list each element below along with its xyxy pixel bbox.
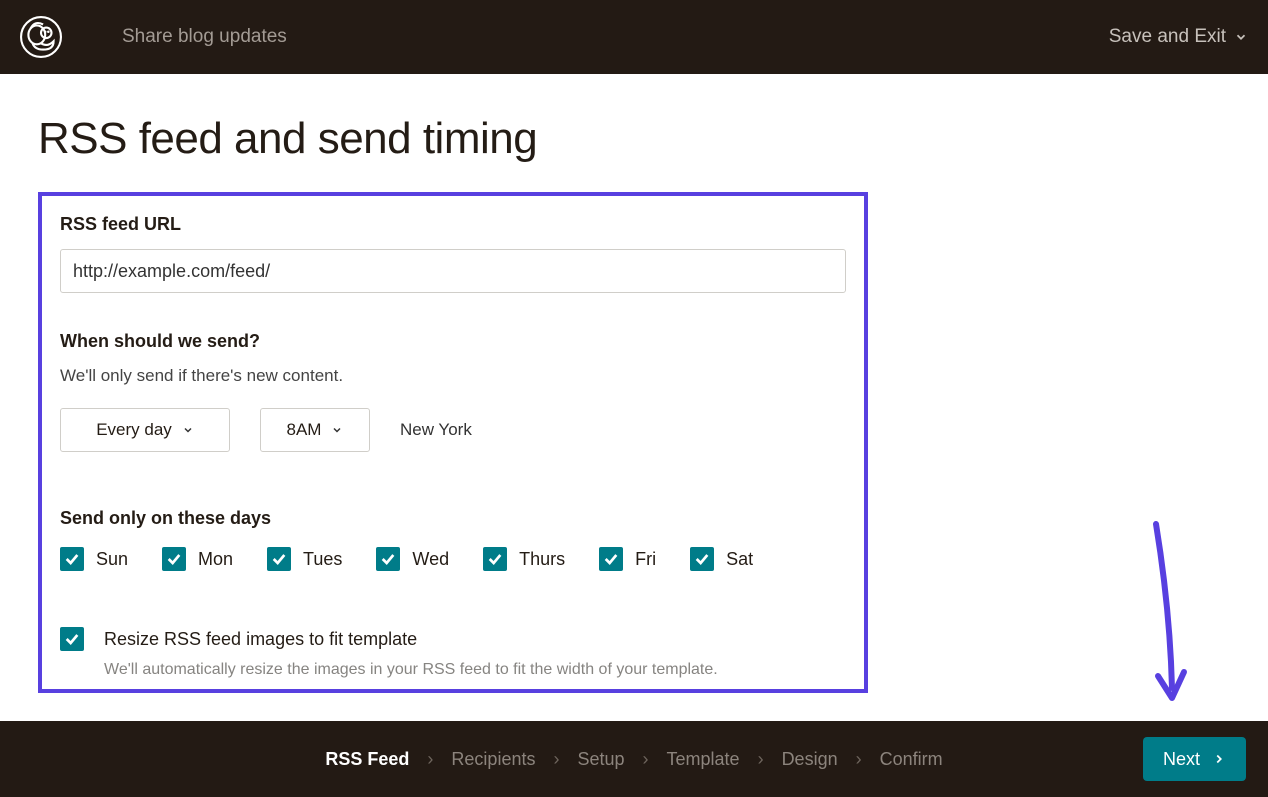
day-mon[interactable]: Mon <box>162 547 233 571</box>
footer-bar: RSS Feed › Recipients › Setup › Template… <box>0 721 1268 797</box>
chevron-right-icon: › <box>553 749 559 770</box>
day-label: Mon <box>198 549 233 570</box>
chevron-right-icon <box>1212 752 1226 766</box>
rss-url-input[interactable] <box>60 249 846 293</box>
schedule-label: When should we send? <box>60 331 846 352</box>
schedule-controls: Every day 8AM New York <box>60 408 846 452</box>
checkbox-sun[interactable] <box>60 547 84 571</box>
checkbox-mon[interactable] <box>162 547 186 571</box>
days-row: Sun Mon Tues Wed Thurs Fri <box>60 547 846 571</box>
frequency-value: Every day <box>96 420 172 440</box>
highlighted-form-area: RSS feed URL When should we send? We'll … <box>38 192 868 693</box>
top-bar: Share blog updates Save and Exit <box>0 0 1268 74</box>
day-thurs[interactable]: Thurs <box>483 547 565 571</box>
chevron-right-icon: › <box>758 749 764 770</box>
days-label: Send only on these days <box>60 508 846 529</box>
checkbox-wed[interactable] <box>376 547 400 571</box>
chevron-down-icon <box>1234 30 1248 44</box>
day-sun[interactable]: Sun <box>60 547 128 571</box>
resize-checkbox-row[interactable]: Resize RSS feed images to fit template <box>60 627 846 651</box>
step-confirm[interactable]: Confirm <box>880 749 943 770</box>
time-select[interactable]: 8AM <box>260 408 370 452</box>
day-label: Fri <box>635 549 656 570</box>
resize-description: We'll automatically resize the images in… <box>104 661 846 679</box>
day-sat[interactable]: Sat <box>690 547 753 571</box>
day-tues[interactable]: Tues <box>267 547 342 571</box>
step-design[interactable]: Design <box>782 749 838 770</box>
page-title: RSS feed and send timing <box>38 114 1230 164</box>
resize-option: Resize RSS feed images to fit template W… <box>60 627 846 679</box>
schedule-hint: We'll only send if there's new content. <box>60 366 846 386</box>
save-and-exit-button[interactable]: Save and Exit <box>1109 26 1248 48</box>
day-label: Tues <box>303 549 342 570</box>
rss-url-label: RSS feed URL <box>60 214 846 235</box>
day-wed[interactable]: Wed <box>376 547 449 571</box>
chevron-down-icon <box>331 424 343 436</box>
day-fri[interactable]: Fri <box>599 547 656 571</box>
checkbox-sat[interactable] <box>690 547 714 571</box>
step-setup[interactable]: Setup <box>577 749 624 770</box>
mailchimp-logo[interactable] <box>20 16 62 58</box>
chevron-right-icon: › <box>427 749 433 770</box>
checkbox-fri[interactable] <box>599 547 623 571</box>
timezone-label: New York <box>400 420 472 440</box>
next-label: Next <box>1163 749 1200 770</box>
next-button[interactable]: Next <box>1143 737 1246 781</box>
campaign-name[interactable]: Share blog updates <box>122 26 287 48</box>
step-rss-feed[interactable]: RSS Feed <box>325 749 409 770</box>
main-content: RSS feed and send timing RSS feed URL Wh… <box>0 74 1268 693</box>
chevron-right-icon: › <box>856 749 862 770</box>
frequency-select[interactable]: Every day <box>60 408 230 452</box>
step-template[interactable]: Template <box>667 749 740 770</box>
day-label: Sat <box>726 549 753 570</box>
resize-label: Resize RSS feed images to fit template <box>104 629 417 650</box>
chevron-down-icon <box>182 424 194 436</box>
time-value: 8AM <box>287 420 322 440</box>
checkbox-thurs[interactable] <box>483 547 507 571</box>
step-recipients[interactable]: Recipients <box>451 749 535 770</box>
day-label: Wed <box>412 549 449 570</box>
checkbox-resize[interactable] <box>60 627 84 651</box>
checkbox-tues[interactable] <box>267 547 291 571</box>
save-exit-label: Save and Exit <box>1109 26 1226 48</box>
day-label: Sun <box>96 549 128 570</box>
wizard-steps: RSS Feed › Recipients › Setup › Template… <box>325 749 942 770</box>
chevron-right-icon: › <box>643 749 649 770</box>
topbar-left: Share blog updates <box>20 16 287 58</box>
day-label: Thurs <box>519 549 565 570</box>
